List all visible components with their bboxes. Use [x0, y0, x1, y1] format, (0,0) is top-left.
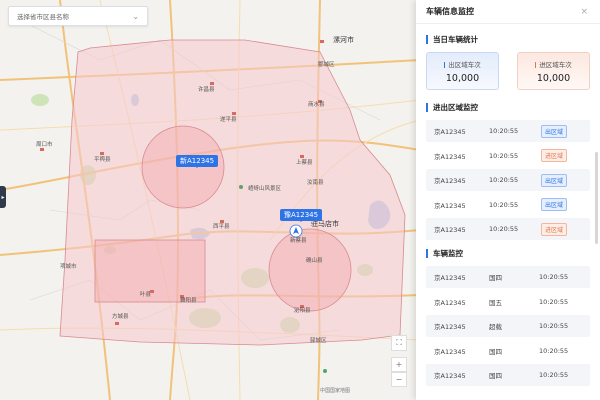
map-place-label: 叶县 — [140, 292, 152, 298]
time-cell: 10:20:55 — [489, 127, 519, 135]
expand-handle[interactable]: ▸ — [0, 186, 6, 208]
map-place-label: 嵖岈山风景区 — [248, 186, 282, 192]
list-item[interactable]: 京A12345 10:20:55 进区域 — [426, 218, 590, 240]
out-count-card: 出区域车次 10,000 — [426, 52, 499, 90]
region-select[interactable]: 选择省市区县名称 ⌄ — [8, 6, 148, 26]
list-item[interactable]: 京A12345 国五 10:20:55 — [426, 291, 590, 313]
plate-cell: 京A12345 — [434, 152, 466, 161]
list-item[interactable]: 京A12345 超载 10:20:55 — [426, 315, 590, 337]
out-count-value: 10,000 — [445, 73, 480, 84]
time-cell: 10:20:55 — [539, 273, 569, 281]
in-count-value: 10,000 — [536, 73, 571, 84]
in-count-card: 进区域车次 10,000 — [517, 52, 590, 90]
status-badge: 进区域 — [541, 149, 568, 162]
vehicle-section-title: 车辆监控 — [426, 246, 590, 260]
panel-header: 车辆信息监控 × — [416, 0, 600, 24]
in-count-label: 进区域车次 — [518, 59, 589, 69]
plate-cell: 京A12345 — [434, 177, 466, 185]
fullscreen-icon: ⛶ — [396, 338, 402, 347]
map-place-label: 泌阳县 — [294, 308, 311, 314]
chevron-down-icon: ⌄ — [132, 11, 139, 21]
list-item[interactable]: 京A12345 10:20:55 出区域 — [426, 194, 590, 216]
vehicle-tag[interactable]: 豫A12345 — [280, 209, 323, 222]
stats-cards: 出区域车次 10,000 进区域车次 10,000 — [426, 52, 590, 90]
vehicle-tag[interactable]: 新A12345 — [176, 155, 219, 168]
status-badge: 出区域 — [541, 198, 568, 211]
plate-cell: 京A12345 — [434, 323, 466, 331]
list-item[interactable]: 京A12345 国四 10:20:55 — [426, 266, 590, 288]
time-cell: 10:20:55 — [489, 200, 519, 209]
list-item[interactable]: 京A12345 10:20:55 出区域 — [426, 120, 590, 142]
map-place-label: 平舆县 — [94, 157, 111, 163]
vehicle-monitor-panel: 车辆信息监控 × 当日车辆统计 出区域车次 10,000 进区域车次 10,00… — [416, 0, 600, 400]
map-place-label: 方城县 — [112, 314, 129, 320]
map-city-label: 漯河市 — [333, 36, 354, 44]
plate-cell: 京A12345 — [434, 347, 466, 356]
map-place-label: 确山县 — [306, 258, 323, 264]
panel-title: 车辆信息监控 — [426, 7, 474, 16]
plate-cell: 京A12345 — [434, 128, 466, 136]
panel-body[interactable]: 当日车辆统计 出区域车次 10,000 进区域车次 10,000 进出区域监控 … — [416, 24, 600, 400]
minus-icon: − — [395, 375, 403, 384]
list-item[interactable]: 京A12345 国四 10:20:55 — [426, 340, 590, 362]
zoom-in-button[interactable]: + — [391, 357, 407, 372]
map-place-label: 周口市 — [36, 142, 53, 148]
map-place-label: 郾城区 — [318, 62, 335, 68]
chevron-right-icon: ▸ — [1, 193, 5, 201]
plate-cell: 京A12345 — [434, 201, 466, 210]
out-count-label: 出区域车次 — [427, 59, 498, 69]
map-attribution: 中国国家地图 — [320, 388, 351, 394]
list-item[interactable]: 京A12345 国四 10:20:55 — [426, 364, 590, 386]
list-item[interactable]: 京A12345 10:20:55 出区域 — [426, 169, 590, 191]
time-cell: 10:20:55 — [489, 225, 519, 233]
map-place-label: 遂平县 — [220, 117, 237, 123]
close-icon[interactable]: × — [580, 7, 588, 17]
region-section-title: 进出区域监控 — [426, 100, 590, 114]
region-list: 京A12345 10:20:55 出区域 京A12345 10:20:55 进区… — [426, 120, 590, 240]
time-cell: 10:20:55 — [489, 151, 519, 160]
geofence-circle-2 — [268, 228, 352, 312]
map-place-label: 西平县 — [213, 224, 230, 230]
plate-cell: 京A12345 — [434, 274, 466, 282]
status-badge: 出区域 — [541, 124, 568, 138]
time-cell: 10:20:55 — [539, 346, 569, 355]
emission-standard-cell: 国四 — [489, 372, 502, 380]
fullscreen-button[interactable]: ⛶ — [391, 335, 407, 351]
emission-standard-cell: 国四 — [489, 274, 502, 282]
status-badge: 进区域 — [541, 222, 568, 236]
stats-section-title: 当日车辆统计 — [426, 32, 590, 46]
time-cell: 10:20:55 — [539, 371, 569, 379]
map-place-label: 舞阳县 — [180, 298, 197, 304]
plate-cell: 京A12345 — [434, 372, 466, 380]
plate-cell: 京A12345 — [434, 226, 466, 234]
emission-standard-cell: 国四 — [489, 347, 502, 356]
map-place-label: 驿城区 — [310, 338, 327, 344]
geofence-circle-1 — [141, 125, 225, 209]
map-place-label: 商水县 — [308, 102, 325, 108]
panel-scrollbar[interactable] — [595, 152, 598, 244]
plus-icon: + — [395, 360, 403, 369]
vehicle-list: 京A12345 国四 10:20:55 京A12345 国五 10:20:55 … — [426, 266, 590, 386]
emission-standard-cell: 超载 — [489, 323, 502, 331]
map-place-label: 新蔡县 — [290, 238, 307, 244]
region-select-placeholder: 选择省市区县名称 — [17, 13, 69, 21]
status-badge: 出区域 — [541, 173, 568, 187]
time-cell: 10:20:55 — [539, 297, 569, 306]
map-place-label: 项城市 — [60, 264, 77, 270]
map-place-label: 上蔡县 — [296, 160, 313, 166]
plate-cell: 京A12345 — [434, 298, 466, 307]
zoom-out-button[interactable]: − — [391, 372, 407, 387]
time-cell: 10:20:55 — [539, 322, 569, 330]
time-cell: 10:20:55 — [489, 176, 519, 184]
map-place-label: 汝南县 — [307, 180, 324, 186]
list-item[interactable]: 京A12345 10:20:55 进区域 — [426, 145, 590, 167]
map-place-label: 许昌县 — [198, 87, 215, 93]
emission-standard-cell: 国五 — [489, 298, 502, 307]
